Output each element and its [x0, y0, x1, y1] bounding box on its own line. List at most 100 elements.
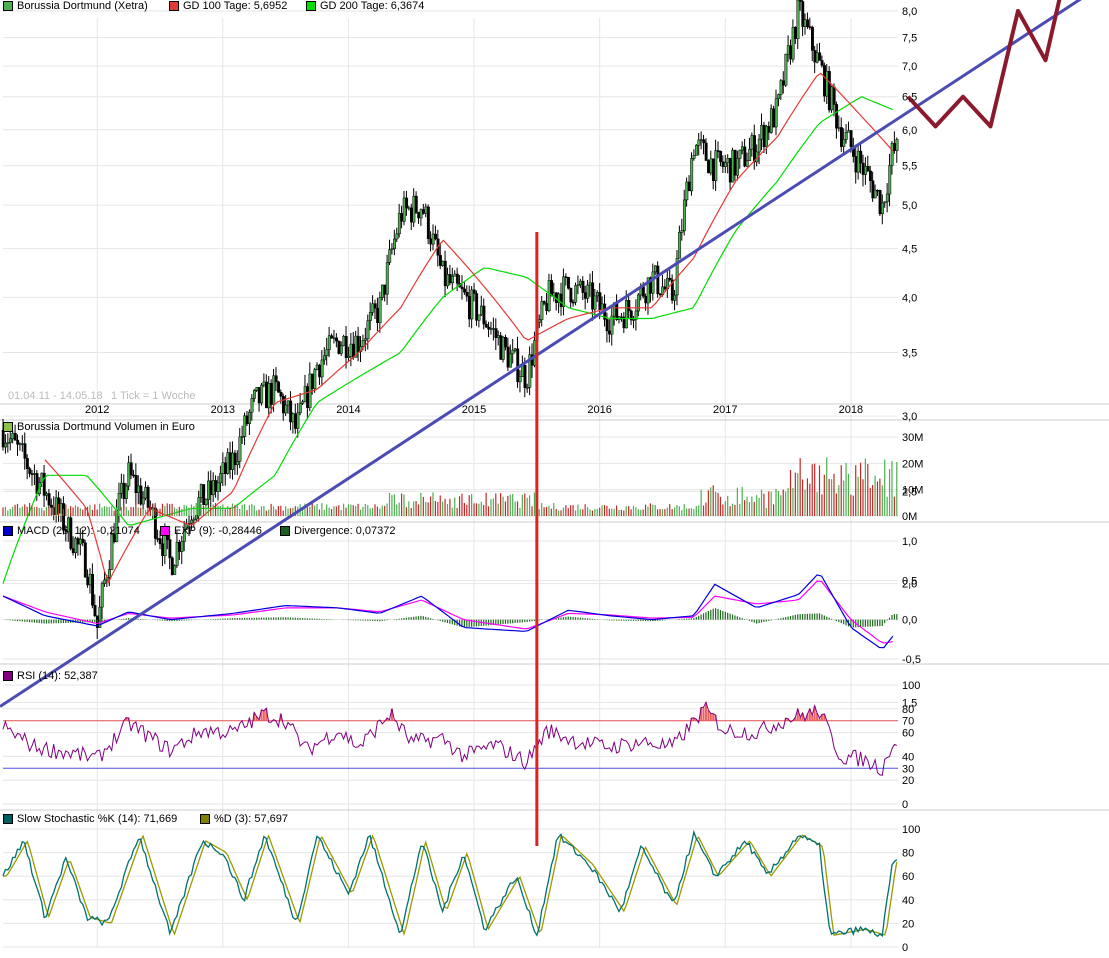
candle-body: [726, 158, 730, 163]
candle-body: [50, 504, 53, 508]
candle-body: [168, 539, 172, 559]
candle-body: [721, 161, 725, 167]
candle-body: [704, 142, 708, 161]
candle-body: [547, 280, 551, 311]
candle-body: [120, 482, 124, 494]
candle-body: [509, 353, 512, 368]
legend-volume-item: Borussia Dortmund Volumen in Euro: [3, 421, 195, 433]
stoch-d-line: [3, 834, 898, 937]
candle-body: [310, 373, 314, 390]
candle-body: [173, 565, 177, 575]
legend-label: RSI (14): 52,387: [17, 670, 98, 682]
candle-body: [695, 145, 698, 156]
price-panel: [1, 0, 899, 640]
candle-body: [569, 287, 573, 303]
candle-body: [736, 158, 740, 176]
candle-body: [146, 487, 150, 508]
candle-body: [511, 349, 515, 355]
candle-body: [844, 132, 848, 140]
candle-body: [397, 213, 401, 235]
candle-body: [390, 248, 394, 250]
candle-body: [180, 541, 184, 552]
candle-body: [576, 284, 580, 286]
candle-body: [605, 319, 609, 332]
candle-body: [137, 485, 140, 493]
candle-body: [281, 396, 285, 414]
candle-body: [586, 284, 590, 299]
candle-body: [692, 155, 696, 159]
candle-body: [291, 413, 295, 423]
candle-body: [16, 439, 20, 445]
candle-body: [298, 403, 302, 414]
candle-body: [772, 108, 776, 128]
candle-body: [356, 335, 360, 353]
candle-body: [378, 297, 382, 323]
candle-body: [371, 303, 375, 313]
candle-body: [769, 108, 773, 133]
candle-body: [272, 375, 276, 405]
candle-body: [518, 376, 522, 383]
candle-body: [796, 0, 800, 39]
candle-body: [320, 359, 324, 378]
candle-body: [260, 384, 264, 404]
candle-body: [596, 292, 599, 297]
candle-body: [8, 438, 12, 443]
candle-body: [313, 369, 317, 390]
candle-body: [21, 443, 24, 445]
candle-body: [743, 146, 747, 167]
candle-body: [202, 484, 206, 505]
candle-body: [711, 158, 715, 181]
candle-body: [567, 276, 570, 289]
candle-body: [559, 293, 563, 308]
candle-body: [854, 156, 858, 173]
candle-body: [301, 401, 305, 404]
stoch-tick-label: 100: [902, 824, 920, 836]
candle-body: [289, 400, 293, 423]
candle-body: [400, 213, 404, 222]
candle-body: [240, 436, 244, 438]
candle-body: [76, 538, 80, 545]
candle-body: [286, 400, 290, 406]
legend-stoch-item: Slow Stochastic %K (14): 71,669: [3, 813, 177, 825]
stoch-tick-label: 80: [902, 848, 914, 860]
candle-body: [818, 52, 822, 61]
rsi-upper-label: 70: [902, 716, 914, 728]
candle-body: [620, 316, 624, 319]
candle-body: [668, 277, 672, 281]
candle-body: [682, 199, 686, 231]
candle-body: [434, 233, 438, 240]
candle-body: [141, 497, 145, 505]
candle-body: [540, 301, 544, 320]
candle-body: [269, 383, 273, 405]
candle-body: [25, 458, 29, 469]
candle-body: [786, 45, 790, 55]
candle-body: [801, 1, 805, 27]
candle-body: [740, 146, 744, 151]
candle-body: [835, 104, 839, 129]
candle-body: [562, 276, 566, 308]
macd-tick-label: -0,5: [902, 654, 921, 666]
candle-body: [782, 80, 785, 86]
candle-body: [455, 273, 459, 284]
candle-body: [885, 193, 889, 203]
candle-body: [487, 326, 491, 330]
candle-body: [45, 493, 49, 496]
candle-body: [219, 473, 223, 484]
stoch-k-line: [2, 829, 898, 938]
candle-body: [690, 158, 694, 192]
rsi-panel: [2, 701, 898, 776]
candle-body: [223, 462, 227, 474]
candle-body: [762, 124, 766, 148]
candle-body: [83, 542, 87, 578]
legend-swatch: [200, 814, 210, 824]
x-tick-label: 2015: [462, 404, 486, 416]
candle-body: [895, 139, 899, 151]
candle-body: [632, 319, 636, 321]
candle-body: [728, 158, 732, 183]
candle-body: [451, 275, 454, 284]
legend-swatch: [280, 526, 290, 536]
candle-body: [847, 130, 851, 133]
legend-swatch: [3, 1, 13, 11]
candle-body: [470, 289, 474, 320]
candle-body: [545, 303, 549, 311]
